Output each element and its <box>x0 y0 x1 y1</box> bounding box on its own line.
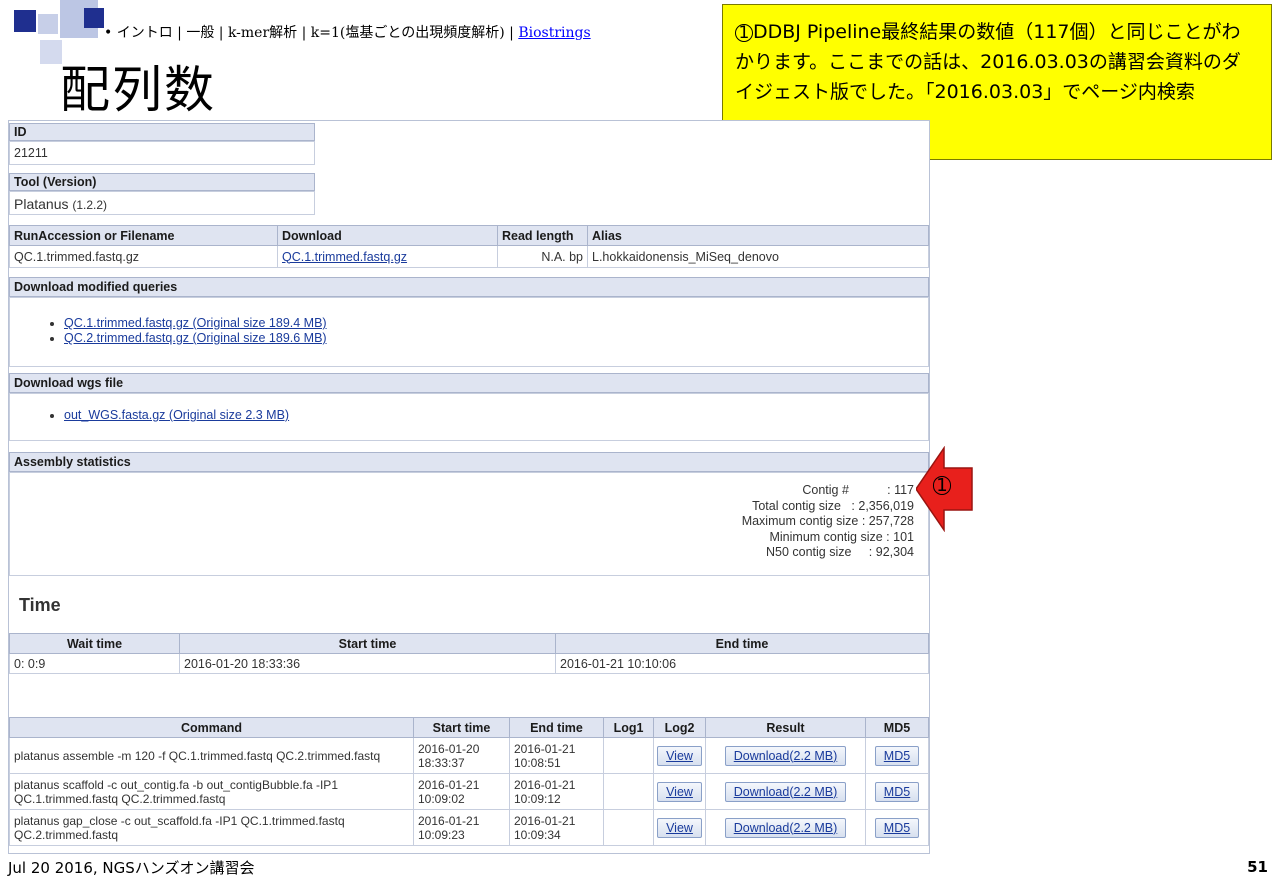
callout-marker: 1 <box>735 24 753 42</box>
deco-square-dark <box>14 10 36 32</box>
time-header-wait: Wait time <box>9 633 180 654</box>
cmd-end: 2016-01-21 10:08:51 <box>509 737 604 774</box>
cmd-end: 2016-01-21 10:09:12 <box>509 773 604 810</box>
time-start: 2016-01-20 18:33:36 <box>179 653 556 674</box>
stat-min-size: Minimum contig size : 101 <box>769 529 914 544</box>
deco-square-light <box>38 14 58 34</box>
deco-square-light2 <box>40 40 62 64</box>
wgs-box: out_WGS.fasta.gz (Original size 2.3 MB) <box>9 393 929 441</box>
id-label: ID <box>9 123 315 141</box>
table-row: platanus scaffold -c out_contig.fa -b ou… <box>9 773 929 810</box>
run-download-link[interactable]: QC.1.trimmed.fastq.gz <box>282 250 407 264</box>
md5-button[interactable]: MD5 <box>874 781 920 802</box>
stat-total-size: Total contig size : 2,356,019 <box>752 498 914 513</box>
cmd-command: platanus assemble -m 120 -f QC.1.trimmed… <box>9 737 414 774</box>
tool-value: Platanus (1.2.2) <box>9 191 315 215</box>
modified-queries-box: QC.1.trimmed.fastq.gz (Original size 189… <box>9 297 929 367</box>
modified-query-item: QC.2.trimmed.fastq.gz (Original size 189… <box>64 331 928 346</box>
cmd-header-result: Result <box>705 717 866 738</box>
download-result-button[interactable]: Download(2.2 MB) <box>724 817 847 838</box>
wgs-download-link[interactable]: out_WGS.fasta.gz (Original size 2.3 MB) <box>64 408 289 422</box>
deco-square-blue <box>84 8 104 28</box>
modified-query-item: QC.1.trimmed.fastq.gz (Original size 189… <box>64 316 928 331</box>
stat-max-size: Maximum contig size : 257,728 <box>741 514 914 528</box>
download-result-button[interactable]: Download(2.2 MB) <box>724 745 847 766</box>
cmd-log1 <box>603 809 654 846</box>
command-table: Command Start time End time Log1 Log2 Re… <box>9 717 929 846</box>
view-log-button[interactable]: View <box>657 781 702 802</box>
table-row: platanus assemble -m 120 -f QC.1.trimmed… <box>9 737 929 774</box>
cmd-header-log2: Log2 <box>653 717 706 738</box>
assembly-stats-header: Assembly statistics <box>9 452 929 472</box>
cmd-start: 2016-01-21 10:09:02 <box>413 773 510 810</box>
time-header-start: Start time <box>179 633 556 654</box>
assembly-stats-box: Contig # : 117 Total contig size : 2,356… <box>9 472 929 576</box>
run-header-download: Download <box>277 225 498 246</box>
modified-query-link-1[interactable]: QC.1.trimmed.fastq.gz (Original size 189… <box>64 316 327 330</box>
wgs-header: Download wgs file <box>9 373 929 393</box>
cmd-header-start: Start time <box>413 717 510 738</box>
cmd-start: 2016-01-21 10:09:23 <box>413 809 510 846</box>
tool-label: Tool (Version) <box>9 173 315 191</box>
run-header-file: RunAccession or Filename <box>9 225 278 246</box>
run-header-readlength: Read length <box>497 225 588 246</box>
cmd-header-log1: Log1 <box>603 717 654 738</box>
modified-query-link-2[interactable]: QC.2.trimmed.fastq.gz (Original size 189… <box>64 331 327 345</box>
cmd-header-command: Command <box>9 717 414 738</box>
time-end: 2016-01-21 10:10:06 <box>555 653 929 674</box>
run-readlength: N.A. bp <box>497 245 588 268</box>
time-heading: Time <box>19 595 61 615</box>
md5-button[interactable]: MD5 <box>874 745 920 766</box>
cmd-header-end: End time <box>509 717 604 738</box>
tool-name: Platanus <box>14 196 69 212</box>
stat-contig-count: Contig # : 117 <box>802 483 914 497</box>
view-log-button[interactable]: View <box>657 817 702 838</box>
slide-footer: Jul 20 2016, NGSハンズオン講習会 <box>8 859 255 877</box>
tool-version: (1.2.2) <box>72 198 108 212</box>
breadcrumb: • イントロ | 一般 | k-mer解析 | k=1(塩基ごとの出現頻度解析)… <box>104 20 660 46</box>
cmd-command: platanus scaffold -c out_contig.fa -b ou… <box>9 773 414 810</box>
page-number: 51 <box>1247 858 1268 876</box>
time-header-end: End time <box>555 633 929 654</box>
callout-text: DDBJ Pipeline最終結果の数値（117個）と同じことがわかります。ここ… <box>735 21 1241 103</box>
run-file: QC.1.trimmed.fastq.gz <box>9 245 278 268</box>
download-result-button[interactable]: Download(2.2 MB) <box>724 781 847 802</box>
cmd-end: 2016-01-21 10:09:34 <box>509 809 604 846</box>
slide-title: 配列数 <box>60 61 216 119</box>
table-row: platanus gap_close -c out_scaffold.fa -I… <box>9 809 929 846</box>
run-header-alias: Alias <box>587 225 929 246</box>
stat-n50: N50 contig size : 92,304 <box>765 545 914 559</box>
breadcrumb-link-biostrings[interactable]: Biostrings <box>518 25 590 41</box>
run-alias: L.hokkaidonensis_MiSeq_denovo <box>587 245 929 268</box>
id-value: 21211 <box>9 141 315 165</box>
cmd-header-md5: MD5 <box>865 717 929 738</box>
pipeline-result-panel: ID 21211 Tool (Version) Platanus (1.2.2)… <box>8 120 930 854</box>
assembly-stats: Contig # : 117 Total contig size : 2,356… <box>742 483 914 561</box>
cmd-log1 <box>603 737 654 774</box>
wgs-item: out_WGS.fasta.gz (Original size 2.3 MB) <box>64 408 928 422</box>
md5-button[interactable]: MD5 <box>874 817 920 838</box>
view-log-button[interactable]: View <box>657 745 702 766</box>
breadcrumb-text: • イントロ | 一般 | k-mer解析 | k=1(塩基ごとの出現頻度解析)… <box>104 25 519 41</box>
time-table: Wait time Start time End time 0: 0:9 201… <box>9 633 929 674</box>
cmd-command: platanus gap_close -c out_scaffold.fa -I… <box>9 809 414 846</box>
run-table: RunAccession or Filename Download Read l… <box>9 225 929 268</box>
arrow-marker: 1 <box>928 476 956 504</box>
cmd-log1 <box>603 773 654 810</box>
modified-queries-header: Download modified queries <box>9 277 929 297</box>
time-wait: 0: 0:9 <box>9 653 180 674</box>
cmd-start: 2016-01-20 18:33:37 <box>413 737 510 774</box>
